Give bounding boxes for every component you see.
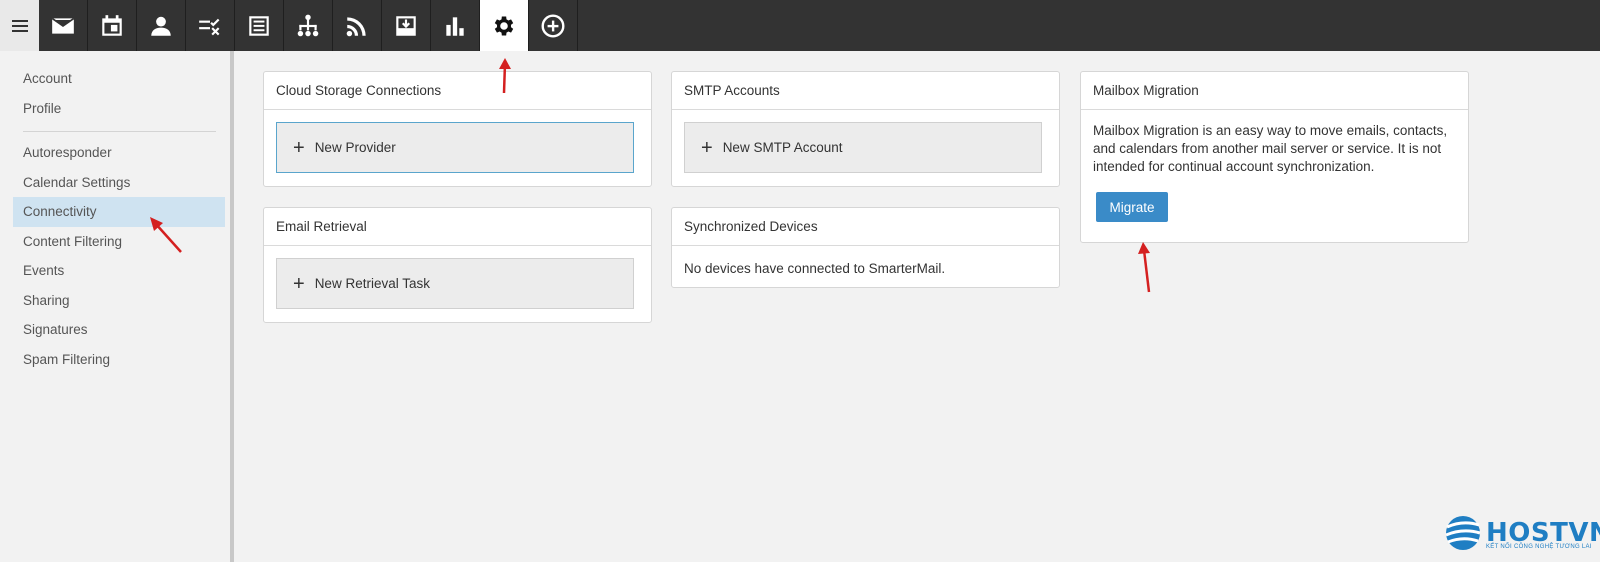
sidebar-item-profile[interactable]: Profile bbox=[13, 94, 225, 124]
hostvn-logo: HOSTVN KẾT NỐI CÔNG NGHỆ TƯƠNG LAI bbox=[1444, 514, 1600, 552]
sidebar-item-sharing[interactable]: Sharing bbox=[13, 286, 225, 316]
sidebar-item-account[interactable]: Account bbox=[13, 64, 225, 94]
new-provider-button[interactable]: + New Provider bbox=[276, 122, 634, 173]
cloud-storage-title: Cloud Storage Connections bbox=[264, 72, 651, 110]
annotation-arrow-icon bbox=[150, 217, 182, 253]
new-retrieval-task-button[interactable]: + New Retrieval Task bbox=[276, 258, 634, 309]
sidebar-item-connectivity[interactable]: Connectivity bbox=[13, 197, 225, 227]
mail-icon[interactable] bbox=[39, 0, 88, 51]
settings-sidebar: Account Profile Autoresponder Calendar S… bbox=[0, 51, 234, 562]
annotation-arrow-icon bbox=[1138, 242, 1151, 293]
synchronized-devices-title: Synchronized Devices bbox=[672, 208, 1059, 246]
hamburger-menu-icon[interactable] bbox=[0, 0, 39, 51]
mailbox-migration-description: Mailbox Migration is an easy way to move… bbox=[1093, 123, 1448, 174]
rss-icon[interactable] bbox=[333, 0, 382, 51]
inbox-download-icon[interactable] bbox=[382, 0, 431, 51]
sidebar-item-spam-filtering[interactable]: Spam Filtering bbox=[13, 345, 225, 375]
tasks-icon[interactable] bbox=[186, 0, 235, 51]
new-retrieval-task-label: New Retrieval Task bbox=[314, 276, 430, 291]
new-smtp-account-button[interactable]: + New SMTP Account bbox=[684, 122, 1042, 173]
annotation-arrow-icon bbox=[499, 58, 511, 94]
sidebar-divider bbox=[23, 131, 216, 132]
synchronized-devices-card: Synchronized Devices No devices have con… bbox=[671, 207, 1060, 288]
top-toolbar bbox=[0, 0, 1600, 51]
add-circle-icon[interactable] bbox=[529, 0, 578, 51]
cloud-storage-card: Cloud Storage Connections + New Provider bbox=[263, 71, 652, 187]
new-provider-label: New Provider bbox=[314, 140, 396, 155]
plus-icon: + bbox=[293, 136, 305, 159]
plus-icon: + bbox=[701, 136, 713, 159]
sidebar-item-events[interactable]: Events bbox=[13, 256, 225, 286]
sidebar-item-calendar-settings[interactable]: Calendar Settings bbox=[13, 168, 225, 198]
email-retrieval-card: Email Retrieval + New Retrieval Task bbox=[263, 207, 652, 323]
mailbox-migration-card: Mailbox Migration Mailbox Migration is a… bbox=[1080, 71, 1469, 243]
sidebar-item-signatures[interactable]: Signatures bbox=[13, 315, 225, 345]
sidebar-item-content-filtering[interactable]: Content Filtering bbox=[13, 227, 225, 257]
sidebar-item-autoresponder[interactable]: Autoresponder bbox=[13, 138, 225, 168]
plus-icon: + bbox=[293, 272, 305, 295]
hostvn-tagline: KẾT NỐI CÔNG NGHỆ TƯƠNG LAI bbox=[1486, 544, 1592, 550]
smtp-accounts-title: SMTP Accounts bbox=[672, 72, 1059, 110]
notes-icon[interactable] bbox=[235, 0, 284, 51]
settings-gear-icon[interactable] bbox=[480, 0, 529, 51]
file-tree-icon[interactable] bbox=[284, 0, 333, 51]
mailbox-migration-title: Mailbox Migration bbox=[1081, 72, 1468, 110]
email-retrieval-title: Email Retrieval bbox=[264, 208, 651, 246]
smtp-accounts-card: SMTP Accounts + New SMTP Account bbox=[671, 71, 1060, 187]
calendar-icon[interactable] bbox=[88, 0, 137, 51]
no-devices-message: No devices have connected to SmarterMail… bbox=[684, 261, 946, 276]
reports-chart-icon[interactable] bbox=[431, 0, 480, 51]
hostvn-globe-icon bbox=[1445, 516, 1481, 550]
migrate-button[interactable]: Migrate bbox=[1096, 192, 1168, 222]
hostvn-brand: HOSTVN bbox=[1486, 518, 1600, 548]
contacts-icon[interactable] bbox=[137, 0, 186, 51]
new-smtp-account-label: New SMTP Account bbox=[722, 140, 843, 155]
